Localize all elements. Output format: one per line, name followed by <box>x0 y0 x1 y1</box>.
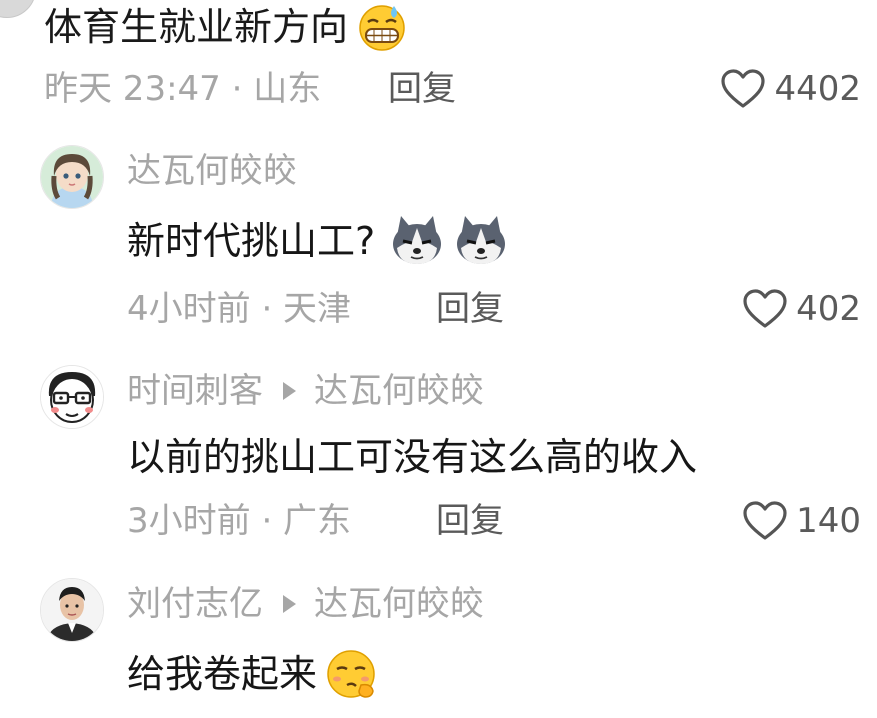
comment-text-content: 给我卷起来 <box>127 652 318 696</box>
triangle-right-icon <box>283 595 296 613</box>
comment-meta: 3小时前 · 广东 回复 140 <box>0 498 877 544</box>
author-name[interactable]: 时间刺客 <box>127 369 263 413</box>
author-row: 达瓦何皎皎 <box>127 149 297 193</box>
heart-outline-icon <box>742 288 788 330</box>
author-name[interactable]: 达瓦何皎皎 <box>127 149 297 193</box>
heart-outline-icon <box>720 68 766 110</box>
author-row: 时间刺客 达瓦何皎皎 <box>127 369 484 413</box>
comment-text-content: 体育生就业新方向 <box>44 5 349 49</box>
like-count: 4402 <box>774 69 861 109</box>
comment-main: 体育生就业新方向 昨天 23:47 · 山东 回复 4402 <box>0 0 877 130</box>
portrait-photo-avatar[interactable] <box>40 578 104 642</box>
like-button[interactable]: 402 <box>742 286 861 332</box>
husky-emoji <box>453 214 509 268</box>
timestamp-location: 昨天 23:47 · 山东 <box>44 69 322 109</box>
comment-meta: 4小时前 · 天津 回复 402 <box>0 286 877 332</box>
reply-item: 刘付志亿 达瓦何皎皎 给我卷起来 <box>0 578 877 718</box>
like-count: 140 <box>796 501 861 541</box>
author-row: 刘付志亿 达瓦何皎皎 <box>127 582 484 626</box>
smirking-emoji <box>323 647 381 701</box>
husky-emoji <box>389 214 445 268</box>
comment-text: 新时代挑山工? <box>127 215 509 267</box>
reply-to-name[interactable]: 达瓦何皎皎 <box>314 369 484 413</box>
comment-text: 给我卷起来 <box>127 648 381 700</box>
reply-button[interactable]: 回复 <box>436 286 504 332</box>
author-name[interactable]: 刘付志亿 <box>127 582 263 626</box>
reply-button[interactable]: 回复 <box>436 498 504 544</box>
like-count: 402 <box>796 289 861 329</box>
comment-text: 以前的挑山工可没有这么高的收入 <box>127 431 697 483</box>
comment-text: 体育生就业新方向 <box>44 2 410 52</box>
reply-to-name[interactable]: 达瓦何皎皎 <box>314 582 484 626</box>
reply-button[interactable]: 回复 <box>388 66 456 112</box>
like-button[interactable]: 4402 <box>720 66 861 112</box>
like-button[interactable]: 140 <box>742 498 861 544</box>
anime-girl-avatar[interactable] <box>40 145 104 209</box>
comment-text-content: 以前的挑山工可没有这么高的收入 <box>127 435 698 479</box>
cartoon-glasses-avatar[interactable] <box>40 365 104 429</box>
triangle-right-icon <box>283 382 296 400</box>
reply-item: 达瓦何皎皎 新时代挑山工? 4小时前 · 天津 回复 402 <box>0 145 877 345</box>
timestamp-location: 3小时前 · 广东 <box>127 501 352 541</box>
comment-text-content: 新时代挑山工? <box>127 219 376 263</box>
comment-meta: 昨天 23:47 · 山东 回复 4402 <box>0 66 877 112</box>
grinning-sweat-emoji <box>354 2 410 52</box>
reply-item: 时间刺客 达瓦何皎皎 以前的挑山工可没有这么高的收入 3小时前 · 广东 回复 … <box>0 365 877 560</box>
heart-outline-icon <box>742 500 788 542</box>
avatar[interactable] <box>0 0 36 18</box>
timestamp-location: 4小时前 · 天津 <box>127 289 352 329</box>
